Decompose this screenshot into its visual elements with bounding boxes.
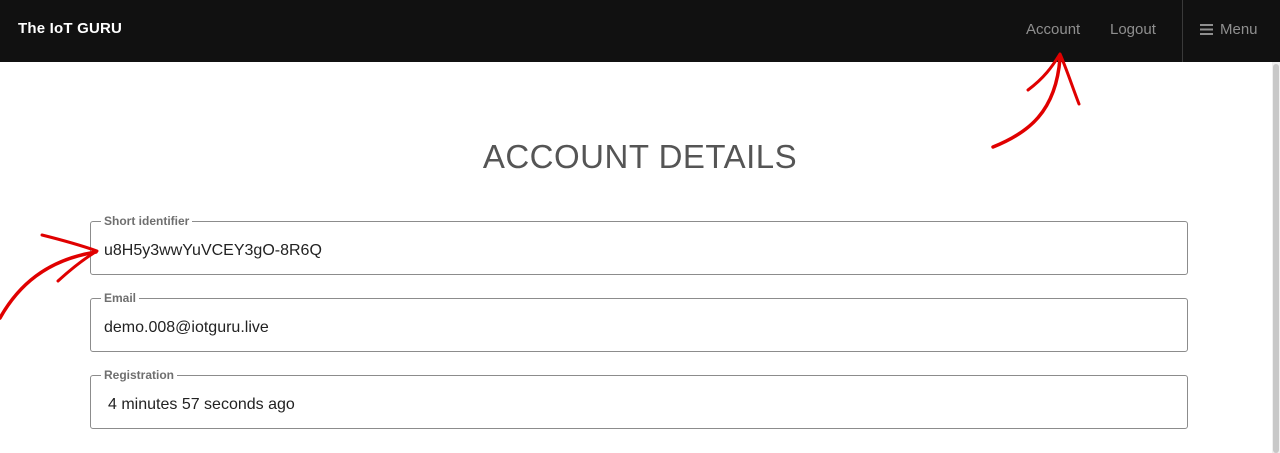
registration-field[interactable]: Registration 4 minutes 57 seconds ago	[90, 367, 1188, 429]
vertical-scrollbar[interactable]	[1272, 62, 1280, 453]
menu-button[interactable]: Menu	[1200, 21, 1258, 38]
hamburger-icon	[1200, 24, 1213, 35]
registration-value[interactable]: 4 minutes 57 seconds ago	[108, 395, 295, 415]
nav-divider	[1182, 0, 1183, 62]
menu-label: Menu	[1220, 21, 1258, 38]
brand-logo[interactable]: The IoT GURU	[18, 20, 122, 37]
email-field[interactable]: Email demo.008@iotguru.live	[90, 290, 1188, 352]
short-identifier-field[interactable]: Short identifier u8H5y3wwYuVCEY3gO-8R6Q	[90, 213, 1188, 275]
short-identifier-label: Short identifier	[101, 213, 193, 229]
short-identifier-value[interactable]: u8H5y3wwYuVCEY3gO-8R6Q	[104, 241, 322, 261]
page-title: ACCOUNT DETAILS	[482, 138, 798, 175]
annotation-arrow-account	[991, 52, 1081, 149]
scrollbar-thumb[interactable]	[1273, 64, 1279, 453]
email-value[interactable]: demo.008@iotguru.live	[104, 318, 269, 338]
nav-account-link[interactable]: Account	[1026, 21, 1080, 38]
registration-label: Registration	[101, 367, 178, 383]
annotation-arrow-short-identifier	[0, 233, 99, 320]
top-navbar: The IoT GURU Account Logout Menu	[0, 0, 1280, 62]
email-label: Email	[101, 290, 140, 306]
nav-logout-link[interactable]: Logout	[1110, 21, 1156, 38]
